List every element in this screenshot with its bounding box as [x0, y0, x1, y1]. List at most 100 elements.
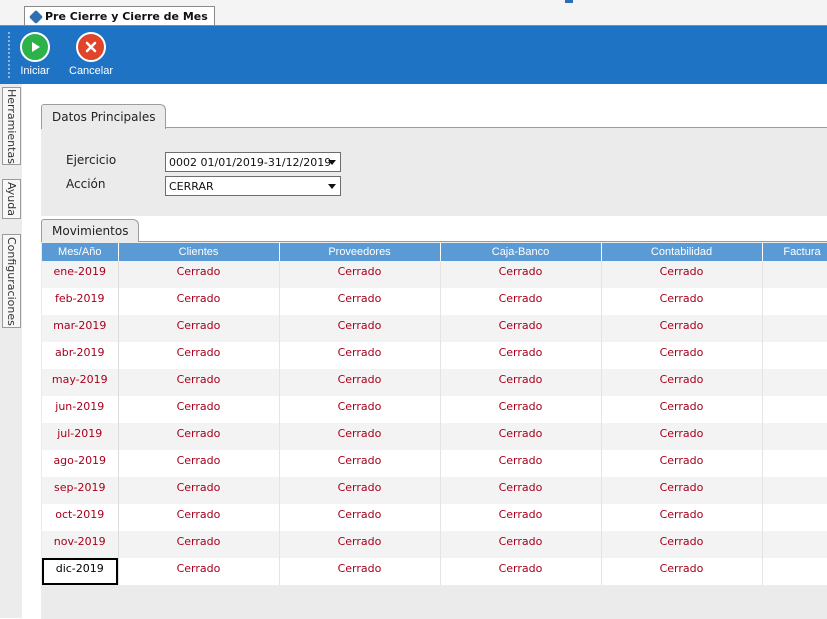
cell-proveedores[interactable]: Cerrado — [279, 342, 441, 369]
cell-proveedores[interactable]: Cerrado — [279, 396, 441, 423]
column-header-factura[interactable]: Factura — [762, 243, 827, 261]
cell-mes[interactable]: ene-2019 — [42, 261, 119, 288]
cell-contabilidad[interactable]: Cerrado — [601, 369, 763, 396]
cell-caja-banco[interactable]: Cerrado — [440, 396, 602, 423]
cell-clientes[interactable]: Cerrado — [118, 558, 280, 585]
sidebar-tab-ayuda[interactable]: Ayuda — [2, 179, 21, 219]
table-row[interactable]: abr-2019 Cerrado Cerrado Cerrado Cerrado — [42, 342, 827, 369]
column-header-caja-banco[interactable]: Caja-Banco — [440, 243, 602, 261]
cell-proveedores[interactable]: Cerrado — [279, 423, 441, 450]
cell-clientes[interactable]: Cerrado — [118, 477, 280, 504]
cell-proveedores[interactable]: Cerrado — [279, 288, 441, 315]
tab-movimientos[interactable]: Movimientos — [41, 219, 140, 242]
cell-caja-banco[interactable]: Cerrado — [440, 369, 602, 396]
cell-mes[interactable]: ago-2019 — [42, 450, 119, 477]
cell-clientes[interactable]: Cerrado — [118, 261, 280, 288]
cell-factura[interactable] — [762, 531, 827, 558]
cell-factura[interactable] — [762, 261, 827, 288]
cancel-button[interactable]: Cancelar — [69, 32, 113, 77]
table-row[interactable]: oct-2019 Cerrado Cerrado Cerrado Cerrado — [42, 504, 827, 531]
cell-clientes[interactable]: Cerrado — [118, 450, 280, 477]
cell-clientes[interactable]: Cerrado — [118, 315, 280, 342]
cell-factura[interactable] — [762, 342, 827, 369]
cell-contabilidad[interactable]: Cerrado — [601, 396, 763, 423]
cell-contabilidad[interactable]: Cerrado — [601, 450, 763, 477]
cell-factura[interactable] — [762, 423, 827, 450]
column-header-proveedores[interactable]: Proveedores — [279, 243, 441, 261]
column-header-mes[interactable]: Mes/Año — [42, 243, 119, 261]
cell-caja-banco[interactable]: Cerrado — [440, 261, 602, 288]
cell-mes[interactable]: mar-2019 — [42, 315, 119, 342]
cell-caja-banco[interactable]: Cerrado — [440, 423, 602, 450]
cell-caja-banco[interactable]: Cerrado — [440, 342, 602, 369]
cell-proveedores[interactable]: Cerrado — [279, 315, 441, 342]
cell-proveedores[interactable]: Cerrado — [279, 558, 441, 585]
cell-clientes[interactable]: Cerrado — [118, 504, 280, 531]
cell-factura[interactable] — [762, 396, 827, 423]
cell-clientes[interactable]: Cerrado — [118, 288, 280, 315]
cell-caja-banco[interactable]: Cerrado — [440, 558, 602, 585]
cell-proveedores[interactable]: Cerrado — [279, 261, 441, 288]
cell-factura[interactable] — [762, 558, 827, 585]
cell-contabilidad[interactable]: Cerrado — [601, 315, 763, 342]
cell-contabilidad[interactable]: Cerrado — [601, 558, 763, 585]
cell-contabilidad[interactable]: Cerrado — [601, 504, 763, 531]
cell-mes[interactable]: jun-2019 — [42, 396, 119, 423]
cell-contabilidad[interactable]: Cerrado — [601, 477, 763, 504]
table-row[interactable]: jul-2019 Cerrado Cerrado Cerrado Cerrado — [42, 423, 827, 450]
cell-contabilidad[interactable]: Cerrado — [601, 288, 763, 315]
cell-caja-banco[interactable]: Cerrado — [440, 477, 602, 504]
cell-factura[interactable] — [762, 477, 827, 504]
cell-mes[interactable]: sep-2019 — [42, 477, 119, 504]
cell-mes[interactable]: may-2019 — [42, 369, 119, 396]
cell-factura[interactable] — [762, 450, 827, 477]
cell-mes[interactable]: abr-2019 — [42, 342, 119, 369]
cell-proveedores[interactable]: Cerrado — [279, 531, 441, 558]
column-header-clientes[interactable]: Clientes — [118, 243, 280, 261]
cell-caja-banco[interactable]: Cerrado — [440, 450, 602, 477]
cell-caja-banco[interactable]: Cerrado — [440, 531, 602, 558]
toolbar-grip[interactable] — [8, 32, 12, 78]
cell-proveedores[interactable]: Cerrado — [279, 477, 441, 504]
cell-factura[interactable] — [762, 315, 827, 342]
column-header-contabilidad[interactable]: Contabilidad — [601, 243, 763, 261]
cell-factura[interactable] — [762, 504, 827, 531]
cell-contabilidad[interactable]: Cerrado — [601, 261, 763, 288]
cell-mes[interactable]: oct-2019 — [42, 504, 119, 531]
cell-factura[interactable] — [762, 369, 827, 396]
cell-caja-banco[interactable]: Cerrado — [440, 315, 602, 342]
cell-mes[interactable]: nov-2019 — [42, 531, 119, 558]
table-row[interactable]: ago-2019 Cerrado Cerrado Cerrado Cerrado — [42, 450, 827, 477]
table-row[interactable]: nov-2019 Cerrado Cerrado Cerrado Cerrado — [42, 531, 827, 558]
cell-proveedores[interactable]: Cerrado — [279, 369, 441, 396]
table-row[interactable]: mar-2019 Cerrado Cerrado Cerrado Cerrado — [42, 315, 827, 342]
cell-caja-banco[interactable]: Cerrado — [440, 504, 602, 531]
cell-contabilidad[interactable]: Cerrado — [601, 531, 763, 558]
cell-factura[interactable] — [762, 288, 827, 315]
cell-mes[interactable]: feb-2019 — [42, 288, 119, 315]
cell-clientes[interactable]: Cerrado — [118, 531, 280, 558]
cell-contabilidad[interactable]: Cerrado — [601, 342, 763, 369]
cell-clientes[interactable]: Cerrado — [118, 423, 280, 450]
cell-caja-banco[interactable]: Cerrado — [440, 288, 602, 315]
cell-clientes[interactable]: Cerrado — [118, 396, 280, 423]
table-row[interactable]: dic-2019 Cerrado Cerrado Cerrado Cerrado — [42, 558, 827, 585]
start-button[interactable]: Iniciar — [20, 32, 50, 77]
table-row[interactable]: ene-2019 Cerrado Cerrado Cerrado Cerrado — [42, 261, 827, 288]
table-row[interactable]: jun-2019 Cerrado Cerrado Cerrado Cerrado — [42, 396, 827, 423]
sidebar-tab-configuraciones[interactable]: Configuraciones — [2, 234, 21, 328]
accion-select[interactable]: CERRAR — [165, 176, 341, 196]
sidebar-tab-herramientas[interactable]: Herramientas — [2, 87, 21, 165]
table-row[interactable]: sep-2019 Cerrado Cerrado Cerrado Cerrado — [42, 477, 827, 504]
table-row[interactable]: may-2019 Cerrado Cerrado Cerrado Cerrado — [42, 369, 827, 396]
document-tab[interactable]: Pre Cierre y Cierre de Mes — [24, 6, 215, 26]
cell-proveedores[interactable]: Cerrado — [279, 450, 441, 477]
cell-mes[interactable]: jul-2019 — [42, 423, 119, 450]
cell-proveedores[interactable]: Cerrado — [279, 504, 441, 531]
cell-clientes[interactable]: Cerrado — [118, 369, 280, 396]
cell-clientes[interactable]: Cerrado — [118, 342, 280, 369]
cell-contabilidad[interactable]: Cerrado — [601, 423, 763, 450]
ejercicio-select[interactable]: 0002 01/01/2019-31/12/2019 — [165, 152, 341, 172]
cell-mes[interactable]: dic-2019 — [42, 558, 119, 585]
table-row[interactable]: feb-2019 Cerrado Cerrado Cerrado Cerrado — [42, 288, 827, 315]
